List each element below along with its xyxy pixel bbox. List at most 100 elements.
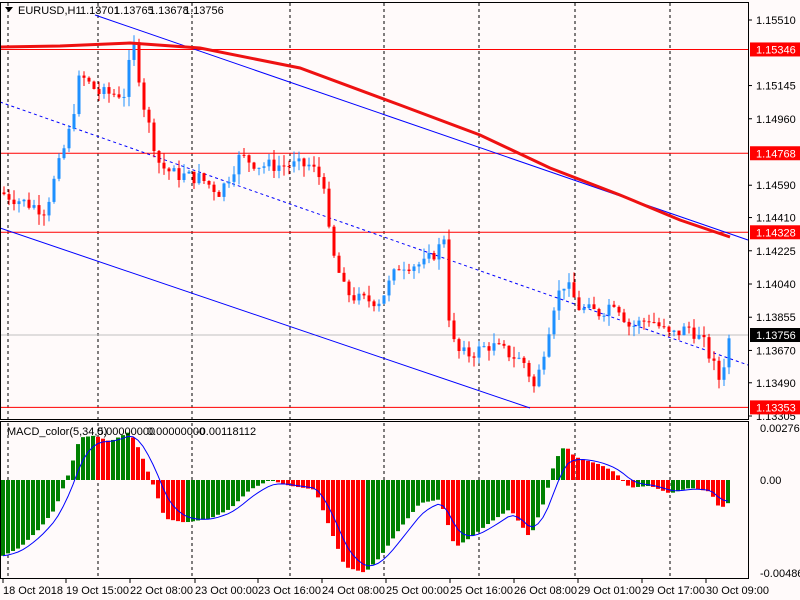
close-value: 1.13756 (184, 5, 224, 17)
bearish-candle (152, 122, 156, 152)
macd-bar (16, 480, 20, 549)
bearish-candle (327, 188, 331, 227)
bearish-candle (147, 109, 151, 123)
bullish-candle (697, 334, 701, 339)
bearish-candle (627, 321, 631, 327)
bullish-candle (232, 174, 236, 182)
bullish-candle (222, 183, 226, 197)
bullish-candle (517, 357, 521, 359)
bearish-candle (617, 306, 621, 313)
level-price-label: 1.15346 (756, 44, 796, 56)
bullish-candle (67, 128, 71, 149)
bearish-candle (487, 346, 491, 351)
macd-bar (36, 480, 40, 531)
macd-bar (61, 480, 65, 489)
bearish-candle (367, 295, 371, 302)
macd-bar (271, 480, 275, 481)
macd-bar (6, 480, 10, 554)
bullish-candle (602, 315, 606, 317)
time-label: 25 Oct 00:00 (386, 585, 449, 597)
bearish-candle (322, 177, 326, 189)
bearish-candle (532, 376, 536, 387)
chart-window[interactable]: 1.15510 1.15145 1.14960 1.14590 1.14410 1.142… (0, 0, 800, 600)
bearish-candle (312, 164, 316, 167)
bearish-candle (667, 326, 671, 332)
bearish-candle (352, 295, 356, 301)
macd-bar (371, 480, 375, 565)
macd-bar (126, 432, 130, 480)
macd-bar (236, 480, 240, 502)
macd-bar (426, 480, 430, 502)
macd-bar (266, 480, 270, 481)
macd-bar (101, 438, 105, 480)
price-tick-label: 1.14040 (756, 279, 796, 291)
macd-bar (686, 480, 690, 489)
bearish-candle (207, 181, 211, 185)
macd-bar (256, 480, 260, 486)
bearish-candle (507, 345, 511, 358)
bullish-candle (482, 346, 486, 348)
bearish-candle (687, 326, 691, 328)
bullish-candle (672, 330, 676, 332)
macd-bar (356, 480, 360, 571)
macd-bar (181, 480, 185, 523)
price-tick-label: 1.14225 (756, 246, 796, 258)
bullish-candle (102, 87, 106, 94)
macd-bar (46, 480, 50, 518)
bearish-candle (432, 253, 436, 260)
macd-bar (511, 480, 515, 514)
macd-bar (361, 480, 365, 573)
macd-bar (91, 435, 95, 480)
bearish-candle (192, 171, 196, 184)
macd-bar (201, 480, 205, 520)
price-tick-label: 1.13855 (756, 312, 796, 324)
macd-bar (406, 480, 410, 519)
bullish-candle (357, 293, 361, 301)
time-label: 19 Oct 15:00 (66, 585, 129, 597)
bullish-candle (427, 253, 431, 259)
macd-bar (341, 480, 345, 562)
bearish-candle (217, 191, 221, 197)
bullish-candle (267, 159, 271, 167)
macd-bar (621, 480, 625, 481)
bearish-candle (137, 42, 141, 83)
macd-bar (546, 480, 550, 488)
macd-bar (376, 480, 380, 560)
bearish-candle (112, 93, 116, 95)
macd-bar (531, 480, 535, 531)
bearish-candle (457, 339, 461, 352)
macd-bar (471, 480, 475, 536)
bearish-candle (662, 326, 666, 328)
bearish-candle (447, 239, 451, 321)
bullish-candle (607, 304, 611, 316)
bullish-candle (32, 205, 36, 208)
bearish-candle (97, 88, 101, 94)
current-price-label: 1.13756 (756, 330, 796, 342)
bullish-candle (197, 173, 201, 184)
bullish-candle (172, 168, 176, 172)
bullish-candle (722, 367, 726, 380)
high-value: 1.13765 (114, 5, 154, 17)
macd-axis-zero: 0.00 (760, 475, 781, 487)
macd-bar (421, 480, 425, 503)
bearish-candle (572, 282, 576, 298)
macd-bar (66, 475, 70, 480)
bullish-candle (52, 178, 56, 202)
macd-bar (326, 480, 330, 524)
macd-bar (701, 480, 705, 491)
macd-bar (581, 459, 585, 480)
bullish-candle (437, 244, 441, 260)
macd-bar (541, 480, 545, 505)
low-value: 1.13678 (149, 5, 189, 17)
macd-bar (486, 480, 490, 525)
time-label: 22 Oct 08:00 (130, 585, 193, 597)
macd-bar (501, 480, 505, 514)
bearish-candle (317, 166, 321, 178)
symbol-label: EURUSD,H1 (18, 5, 82, 17)
macd-bar (26, 480, 30, 540)
time-label: 29 Oct 17:00 (642, 585, 705, 597)
bearish-candle (592, 304, 596, 310)
macd-bar (261, 480, 265, 484)
macd-bar (131, 437, 135, 480)
time-label: 18 Oct 2018 (3, 585, 63, 597)
